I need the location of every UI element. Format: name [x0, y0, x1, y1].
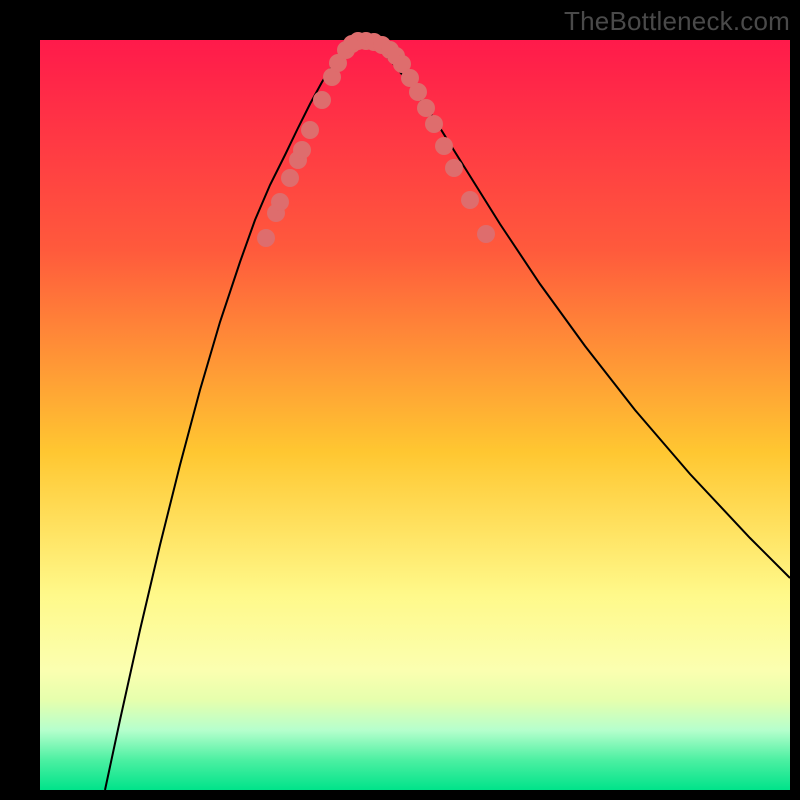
scatter-marker: [301, 121, 319, 139]
scatter-marker: [313, 91, 331, 109]
curve-left-branch: [105, 40, 360, 790]
chart-frame: TheBottleneck.com: [0, 0, 800, 800]
scatter-marker: [409, 83, 427, 101]
watermark-text: TheBottleneck.com: [564, 6, 790, 37]
scatter-marker: [271, 193, 289, 211]
scatter-marker: [445, 159, 463, 177]
scatter-marker: [257, 229, 275, 247]
chart-svg: [40, 40, 790, 790]
scatter-marker: [477, 225, 495, 243]
scatter-marker: [461, 191, 479, 209]
scatter-marker: [293, 141, 311, 159]
scatter-marker: [281, 169, 299, 187]
scatter-marker: [435, 137, 453, 155]
curve-right-branch: [360, 40, 790, 578]
scatter-marker: [417, 99, 435, 117]
scatter-marker: [425, 115, 443, 133]
